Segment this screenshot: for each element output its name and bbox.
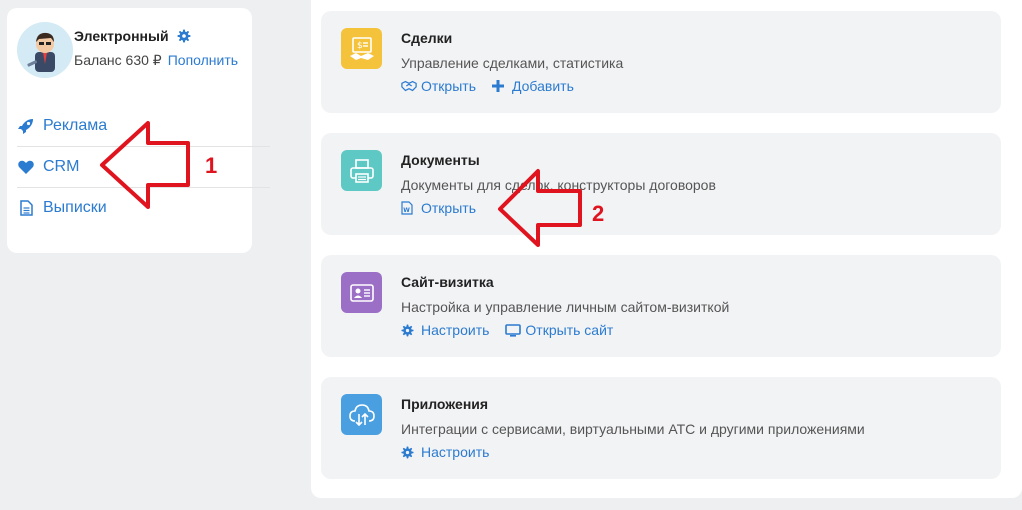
balance-label: Баланс 630 ₽ [74, 52, 162, 68]
cloud-icon [341, 394, 382, 435]
id-card-icon [341, 272, 382, 313]
svg-text:W: W [403, 207, 410, 214]
svg-text:$: $ [357, 41, 363, 51]
service-description: Управление сделками, статистика [401, 55, 624, 71]
action-label: Открыть [421, 200, 476, 216]
avatar-illustration-icon [17, 22, 73, 78]
gear-icon [177, 29, 191, 43]
gear-icon [401, 323, 417, 337]
rocket-icon [17, 117, 35, 135]
balance-row: Баланс 630 ₽ Пополнить [74, 52, 238, 69]
service-actions: W Открыть [401, 200, 476, 216]
heart-icon [17, 158, 35, 176]
action-label: Открыть [421, 78, 476, 94]
services-panel: $ Сделки Управление сделками, статистика… [311, 0, 1022, 498]
service-title: Документы [401, 152, 480, 168]
deals-icon: $ [341, 28, 382, 69]
service-card-documents: Документы Документы для сделок, конструк… [321, 133, 1001, 235]
service-actions: Открыть Добавить [401, 78, 574, 94]
service-card-deals: $ Сделки Управление сделками, статистика… [321, 11, 1001, 113]
annotation-number-2: 2 [592, 201, 605, 226]
handshake-icon [401, 79, 417, 93]
action-label: Добавить [511, 78, 574, 94]
open-documents-link[interactable]: W Открыть [401, 200, 476, 216]
configure-website-link[interactable]: Настроить [401, 322, 489, 338]
sidebar-item-label: CRM [43, 158, 80, 175]
service-title: Сделки [401, 30, 453, 46]
word-file-icon: W [401, 201, 417, 215]
service-card-website: Сайт-визитка Настройка и управление личн… [321, 255, 1001, 357]
service-title: Приложения [401, 396, 489, 412]
topup-link[interactable]: Пополнить [168, 52, 238, 68]
service-description: Интеграции с сервисами, виртуальными АТС… [401, 421, 865, 437]
action-label: Настроить [421, 322, 490, 338]
service-actions: Настроить [401, 444, 489, 460]
open-website-link[interactable]: Открыть сайт [505, 322, 613, 338]
annotation-arrow-2-icon [498, 169, 582, 247]
document-icon [17, 199, 35, 217]
service-title: Сайт-визитка [401, 274, 494, 290]
annotation-number-1: 1 [205, 153, 218, 178]
action-label: Настроить [421, 444, 490, 460]
open-deals-link[interactable]: Открыть [401, 78, 476, 94]
configure-apps-link[interactable]: Настроить [401, 444, 489, 460]
action-label: Открыть сайт [525, 322, 614, 338]
gear-icon [401, 445, 417, 459]
plus-icon [491, 79, 508, 93]
service-actions: Настроить Открыть сайт [401, 322, 613, 338]
avatar[interactable] [17, 22, 73, 78]
add-deal-link[interactable]: Добавить [491, 78, 574, 94]
printer-icon [341, 150, 382, 191]
user-name: Электронный [74, 28, 169, 44]
monitor-icon [505, 323, 522, 337]
service-description: Настройка и управление личным сайтом-виз… [401, 299, 730, 315]
annotation-arrow-1-icon [100, 121, 190, 209]
service-card-apps: Приложения Интеграции с сервисами, вирту… [321, 377, 1001, 479]
